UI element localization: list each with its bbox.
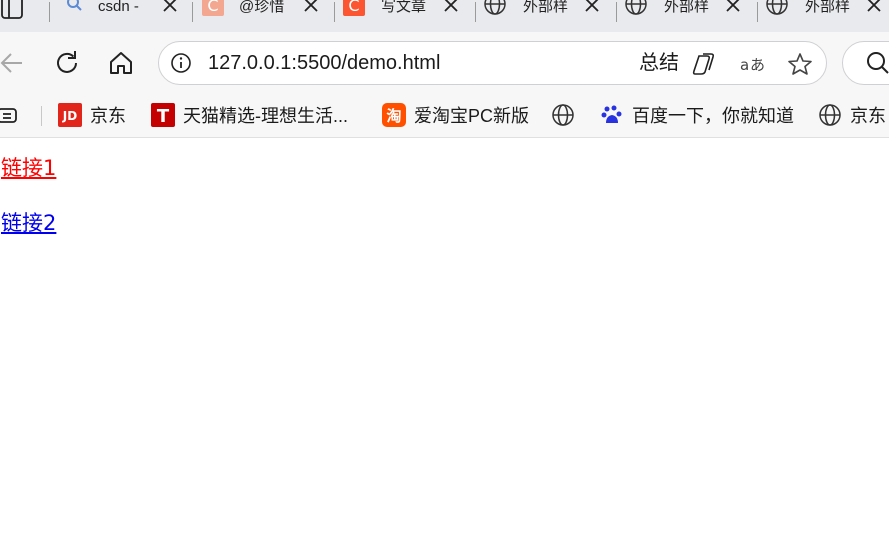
read-aloud-icon[interactable]: a あ: [739, 52, 765, 76]
bookmark-jd-2[interactable]: 京东: [818, 102, 886, 128]
tab-title: 外部样: [664, 0, 710, 15]
globe-icon: [625, 0, 647, 15]
tab-actions-button[interactable]: [0, 0, 42, 26]
search-icon: [867, 52, 889, 74]
home-icon: [110, 52, 132, 74]
search-icon: [67, 0, 82, 11]
bookmark-label: 爱淘宝PC新版: [414, 106, 530, 126]
bookmarks-bar: JD 京东 T 天猫精选-理想生活... 淘 爱淘宝PC新版 百度一下，你就知道…: [0, 94, 889, 138]
browser-window: csdn - C @珍惜 C 写文章 外部样 外部样 外部样 127.0.0.1…: [0, 0, 889, 547]
bookmark-label: 百度一下，你就知道: [632, 106, 794, 126]
bookmark-label: 京东: [90, 106, 126, 126]
svg-text:JD: JD: [62, 109, 77, 123]
refresh-button[interactable]: [51, 47, 83, 79]
bookmark-jd[interactable]: JD 京东: [58, 102, 126, 128]
copilot-icon[interactable]: [691, 52, 717, 76]
tab-actions-icon: [1, 0, 23, 19]
globe-icon: [766, 0, 788, 15]
close-icon[interactable]: [442, 0, 460, 16]
bookmark-tmall[interactable]: T 天猫精选-理想生活...: [151, 102, 348, 128]
back-button[interactable]: [0, 47, 28, 79]
svg-text:淘: 淘: [385, 107, 401, 125]
address-bar[interactable]: 127.0.0.1:5500/demo.html 总结 a あ: [158, 41, 827, 85]
page-content: 链接1 链接2: [0, 139, 889, 547]
close-icon[interactable]: [161, 0, 179, 16]
jd-icon: JD: [58, 103, 82, 127]
url-text[interactable]: 127.0.0.1:5500/demo.html: [208, 51, 440, 75]
close-icon[interactable]: [583, 0, 601, 16]
tab-title: 外部样: [805, 0, 851, 15]
tab-title: csdn -: [98, 0, 139, 15]
tab-write-article[interactable]: C 写文章: [334, 0, 475, 24]
bookmark-label: 天猫精选-理想生活...: [183, 106, 348, 126]
globe-icon: [484, 0, 506, 15]
refresh-icon: [57, 51, 77, 73]
svg-text:T: T: [157, 106, 170, 127]
tab-separator: [49, 2, 50, 22]
tab-title: 写文章: [381, 0, 427, 15]
taobao-icon: 淘: [382, 103, 406, 127]
svg-text:C: C: [348, 0, 359, 15]
baidu-icon: [600, 103, 624, 127]
close-icon[interactable]: [302, 0, 320, 16]
csdn-icon: C: [343, 0, 365, 16]
link-2[interactable]: 链接2: [1, 210, 56, 236]
tab-csdn-search[interactable]: csdn -: [49, 0, 191, 24]
close-icon[interactable]: [724, 0, 742, 16]
tab-separator: [192, 2, 193, 22]
toolbar: 127.0.0.1:5500/demo.html 总结 a あ: [0, 32, 889, 94]
bookmark-taobao[interactable]: 淘 爱淘宝PC新版: [382, 102, 529, 128]
globe-icon: [818, 103, 842, 127]
csdn-icon: C: [202, 0, 224, 16]
tab-separator: [757, 2, 758, 22]
search-box[interactable]: [842, 41, 889, 85]
bookmark-baidu[interactable]: 百度一下，你就知道: [600, 102, 794, 128]
link-1[interactable]: 链接1: [1, 155, 56, 181]
bookmark-globe[interactable]: [551, 102, 583, 128]
tab-external-style-1[interactable]: 外部样: [475, 0, 616, 24]
tab-zhenxi[interactable]: C @珍惜: [192, 0, 333, 24]
svg-text:C: C: [207, 0, 218, 15]
tab-title: @珍惜: [239, 0, 285, 15]
svg-text:あ: あ: [750, 56, 765, 74]
home-button[interactable]: [105, 47, 137, 79]
tab-strip: csdn - C @珍惜 C 写文章 外部样 外部样 外部样: [0, 0, 889, 32]
collections-icon[interactable]: [0, 104, 20, 128]
bookmark-label: 京东: [850, 106, 886, 126]
svg-text:a: a: [740, 56, 749, 74]
bookmarks-separator: [41, 106, 42, 126]
tab-separator: [334, 2, 335, 22]
site-info-icon[interactable]: [170, 52, 192, 74]
back-arrow-icon: [0, 53, 22, 73]
tmall-icon: T: [151, 103, 175, 127]
tab-external-style-3[interactable]: 外部样: [757, 0, 889, 24]
globe-icon: [551, 103, 575, 127]
tab-title: 外部样: [523, 0, 569, 15]
tab-separator: [475, 2, 476, 22]
favorite-star-icon[interactable]: [787, 52, 813, 76]
tab-external-style-2[interactable]: 外部样: [616, 0, 757, 24]
close-icon[interactable]: [865, 0, 883, 16]
summary-button[interactable]: 总结: [639, 51, 679, 75]
tab-separator: [616, 2, 617, 22]
